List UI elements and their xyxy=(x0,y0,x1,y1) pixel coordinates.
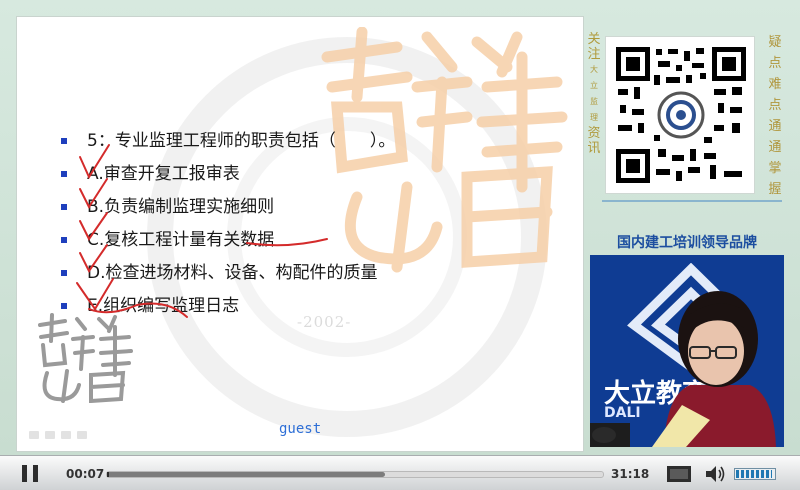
tool-prev-icon[interactable] xyxy=(29,431,39,439)
player-controlbar: 00:07 31:18 xyxy=(0,455,800,490)
instructor-video[interactable]: 大立教育 DALI xyxy=(590,255,784,447)
qr-code-panel xyxy=(605,36,755,194)
volume-icon[interactable] xyxy=(704,464,726,484)
volume-slider[interactable] xyxy=(734,468,776,480)
option-a: A.审查开复工报审表 xyxy=(61,158,581,191)
fullscreen-icon[interactable] xyxy=(666,464,692,484)
viewer-username: guest xyxy=(279,421,322,437)
bullet-icon xyxy=(61,303,67,309)
option-c: C.复核工程计量有关数据 xyxy=(61,224,581,257)
instructor-figure xyxy=(590,291,776,447)
option-b: B.负责编制监理实施细则 xyxy=(61,191,581,224)
option-e: E.组织编写监理日志 xyxy=(61,290,581,323)
current-time: 00:07 xyxy=(66,467,105,481)
brand-slogan: 国内建工培训领导品牌 xyxy=(617,235,757,251)
tool-next-icon[interactable] xyxy=(77,431,87,439)
qr-code-icon xyxy=(614,45,748,185)
question-block: 5：专业监理工程师的职责包括（ ）。 A.审查开复工报审表 B.负责编制监理实施… xyxy=(61,125,581,323)
total-time: 31:18 xyxy=(611,467,650,481)
tool-pen-icon[interactable] xyxy=(45,431,55,439)
bullet-icon xyxy=(61,138,67,144)
seek-played xyxy=(107,472,109,477)
bullet-icon xyxy=(61,171,67,177)
seek-bar[interactable] xyxy=(106,471,604,478)
panel-divider xyxy=(602,200,782,202)
pause-icon xyxy=(22,465,27,482)
bullet-icon xyxy=(61,270,67,276)
bullet-icon xyxy=(61,204,67,210)
seek-buffered xyxy=(107,472,385,477)
option-d: D.检查进场材料、设备、构配件的质量 xyxy=(61,257,581,290)
bullet-icon xyxy=(61,237,67,243)
video-player: -2002- 5：专业监理工程师的职责包括（ ）。 A.审查开复工报审表 B.负… xyxy=(0,0,800,490)
lecture-slide: -2002- 5：专业监理工程师的职责包括（ ）。 A.审查开复工报审表 B.负… xyxy=(16,16,584,452)
brand-calligraphy-logo xyxy=(38,313,133,403)
pause-button[interactable] xyxy=(6,461,54,487)
study-hint-caption: 疑 点 难 点 通 通 掌 握 xyxy=(768,35,782,197)
tool-menu-icon[interactable] xyxy=(61,431,71,439)
follow-caption: 关 注 大 立 监 理 资 讯 xyxy=(587,32,601,156)
slide-toolbar xyxy=(29,431,87,439)
volume-level xyxy=(736,470,773,478)
pause-icon xyxy=(33,465,38,482)
question-stem: 5：专业监理工程师的职责包括（ ）。 xyxy=(61,125,581,158)
